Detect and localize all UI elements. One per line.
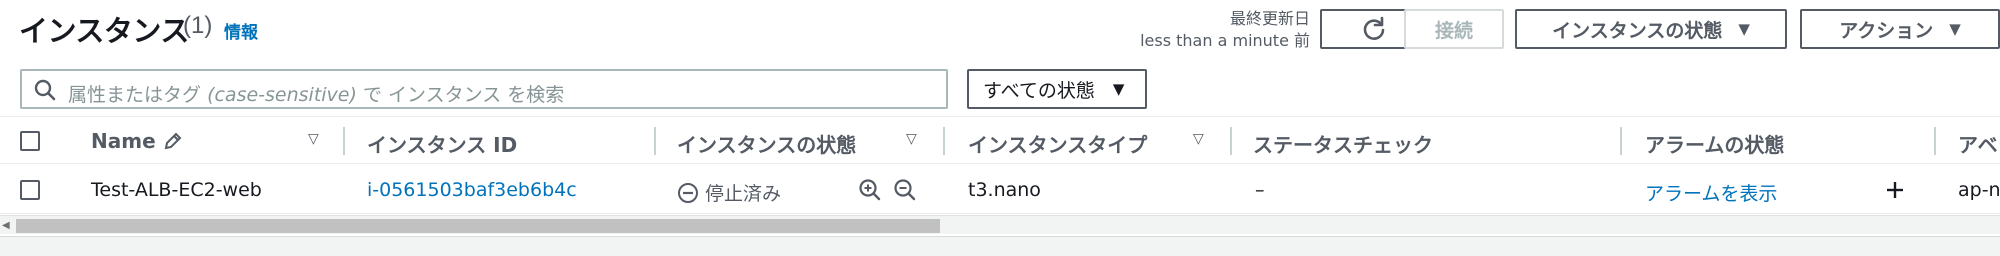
state-filter-select[interactable]: すべての状態 ▼: [967, 69, 1147, 109]
column-header-status-check[interactable]: ステータスチェック: [1253, 129, 1433, 158]
column-divider[interactable]: [343, 127, 345, 155]
last-updated-label: 最終更新日: [1229, 9, 1310, 28]
column-label: Name: [91, 129, 156, 153]
zoom-out-icon[interactable]: [893, 178, 917, 202]
pencil-icon: [164, 132, 182, 150]
column-header-instance-state[interactable]: インスタンスの状態: [677, 129, 856, 158]
sort-icon[interactable]: ▽: [1193, 131, 1204, 147]
column-divider[interactable]: [1230, 127, 1232, 155]
placeholder-suffix: で インスタンス を検索: [362, 84, 565, 106]
column-divider[interactable]: [943, 127, 945, 155]
caret-down-icon: ▼: [1112, 80, 1125, 98]
stopped-icon: [678, 183, 698, 203]
actions-label: アクション: [1839, 19, 1934, 42]
search-icon: [34, 79, 56, 101]
availability-zone: ap-n: [1958, 179, 2000, 201]
instance-state: 停止済み: [677, 179, 781, 206]
placeholder-case-note: (case-sensitive): [207, 84, 357, 106]
caret-down-icon: ▼: [1949, 20, 1961, 38]
column-divider[interactable]: [1620, 127, 1622, 155]
placeholder-prefix: 属性またはタグ: [68, 84, 202, 106]
state-filter-value: すべての状態: [983, 79, 1095, 102]
instance-state-label: インスタンスの状態: [1552, 19, 1723, 42]
caret-down-icon: ▼: [1738, 20, 1750, 38]
view-alarms-link[interactable]: アラームを表示: [1645, 179, 1777, 206]
scroll-left-arrow-icon[interactable]: ◀: [2, 220, 10, 231]
zoom-in-icon[interactable]: [858, 178, 882, 202]
sort-icon[interactable]: ▽: [906, 131, 917, 147]
footer-strip: [0, 236, 2000, 256]
table-header: Name ▽ インスタンス ID インスタンスの状態 ▽ インスタンスタイプ ▽…: [0, 116, 2000, 164]
last-updated: 最終更新日 less than a minute 前: [1140, 8, 1310, 52]
refresh-icon: [1363, 16, 1384, 40]
column-header-instance-id[interactable]: インスタンス ID: [367, 129, 517, 158]
page-header: インスタンス (1) 情報 最終更新日 less than a minute 前…: [0, 0, 2000, 60]
column-header-instance-type[interactable]: インスタンスタイプ: [968, 129, 1147, 158]
column-header-availability-zone[interactable]: アベ: [1958, 129, 1998, 158]
last-updated-value: less than a minute 前: [1140, 31, 1310, 50]
sort-icon[interactable]: ▽: [308, 131, 319, 147]
instance-type: t3.nano: [968, 179, 1041, 201]
instance-state-text: 停止済み: [705, 183, 782, 205]
search-input[interactable]: 属性またはタグ (case-sensitive) で インスタンス を検索: [20, 69, 948, 109]
status-check: –: [1255, 179, 1265, 201]
column-header-alarm-status[interactable]: アラームの状態: [1645, 129, 1784, 158]
select-all-checkbox[interactable]: [20, 131, 40, 151]
horizontal-scrollbar[interactable]: ◀: [0, 215, 2000, 234]
instance-id-link[interactable]: i-0561503baf3eb6b4c: [367, 179, 577, 201]
instance-state-button[interactable]: インスタンスの状態 ▼: [1515, 9, 1787, 49]
instance-count: (1): [183, 12, 213, 39]
table-row[interactable]: Test-ALB-EC2-web i-0561503baf3eb6b4c 停止済…: [0, 166, 2000, 214]
column-divider[interactable]: [1934, 127, 1936, 155]
info-link[interactable]: 情報: [224, 18, 258, 43]
plus-icon[interactable]: [1885, 180, 1905, 200]
actions-button[interactable]: アクション ▼: [1800, 9, 2000, 49]
instance-name: Test-ALB-EC2-web: [91, 179, 262, 201]
page-title: インスタンス: [19, 14, 189, 48]
row-checkbox[interactable]: [20, 180, 40, 200]
column-header-name[interactable]: Name: [91, 129, 183, 153]
search-placeholder: 属性またはタグ (case-sensitive) で インスタンス を検索: [68, 80, 564, 107]
scroll-thumb[interactable]: [16, 219, 940, 233]
column-divider[interactable]: [654, 127, 656, 155]
connect-label: 接続: [1434, 19, 1473, 42]
connect-button[interactable]: 接続: [1404, 9, 1504, 49]
